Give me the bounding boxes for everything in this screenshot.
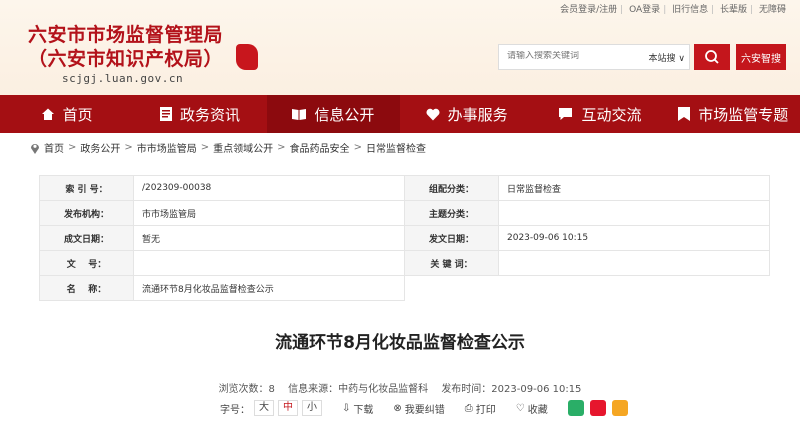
index-label: 索 引 号： — [39, 175, 134, 201]
pub-date-value: 2023-09-06 10:15 — [498, 225, 770, 251]
keywords-value — [498, 250, 770, 276]
nav-services[interactable]: 办事服务 — [400, 95, 533, 133]
favorite-label: 收藏 — [527, 404, 548, 416]
breadcrumb-home[interactable]: 首页 — [44, 140, 64, 155]
nav-label: 首页 — [62, 105, 93, 124]
topic-value — [498, 200, 770, 226]
nav-news[interactable]: 政务资讯 — [133, 95, 266, 133]
date-value: 暂无 — [133, 225, 405, 251]
breadcrumb-key-areas[interactable]: 重点领域公开 — [213, 140, 273, 155]
search-scope-select[interactable]: 本站搜 ∨ — [649, 51, 685, 64]
main-nav: 首页 政务资讯 信息公开 办事服务 互动交流 市场监管专题 — [0, 95, 800, 133]
download-label: 下载 — [353, 404, 374, 416]
wechat-share-icon[interactable] — [567, 400, 584, 416]
header: 会员登录/注册 | OA登录 | 旧行信息 | 长辈版 | 无障碍 六安市市场监督管理局… — [0, 0, 800, 95]
nav-label: 信息公开 — [314, 105, 375, 124]
topic-label: 主题分类： — [404, 200, 499, 226]
article-title: 流通环节8月化妆品监督检查公示 — [275, 333, 525, 353]
favorite-button[interactable]: ♡ 收藏 — [516, 401, 548, 416]
site-domain: scjgj.luan.gov.cn — [62, 72, 184, 85]
org-value: 市市场监管局 — [133, 200, 405, 226]
weibo-share-icon[interactable] — [589, 400, 606, 416]
document-icon — [159, 107, 172, 121]
book-icon — [292, 109, 307, 120]
bookmark-icon — [678, 107, 691, 121]
nav-label: 政务资讯 — [179, 105, 240, 124]
print-label: 打印 — [475, 404, 496, 416]
font-size-large[interactable]: 大 — [254, 400, 274, 416]
article-meta: 浏览次数：8 信息来源：中药与化妆品监督科 发布时间：2023-09-06 10… — [0, 380, 800, 395]
breadcrumb-gov-public[interactable]: 政务公开 — [80, 140, 120, 155]
smart-search-button[interactable]: 六安智搜 — [736, 44, 786, 70]
name-value: 流通环节8月化妆品监督检查公示 — [133, 275, 405, 301]
nav-interaction[interactable]: 互动交流 — [533, 95, 666, 133]
breadcrumb-bureau[interactable]: 市市场监管局 — [137, 140, 197, 155]
name-label: 名 称： — [39, 275, 134, 301]
date-label: 成文日期： — [39, 225, 134, 251]
breadcrumb-food-drug[interactable]: 食品药品安全 — [290, 140, 350, 155]
doc-number-label: 文 号： — [39, 250, 134, 276]
font-size-small[interactable]: 小 — [302, 400, 322, 416]
search-box: 本站搜 ∨ — [498, 44, 690, 70]
nav-info-public[interactable]: 信息公开 — [266, 95, 400, 133]
site-name[interactable]: 六安市市场监督管理局 — [28, 20, 223, 47]
elder-version-link[interactable]: 长辈版 — [720, 5, 747, 15]
view-count: 浏览次数：8 — [218, 384, 275, 395]
info-table: 索 引 号： /202309-00038 组配分类： 日常监督检查 发布机构： … — [39, 175, 772, 301]
report-error-label: 我要纠错 — [404, 404, 445, 416]
print-button[interactable]: ⎙ 打印 — [465, 401, 496, 416]
keywords-label: 关 键 词： — [404, 250, 499, 276]
info-source: 信息来源：中药与化妆品监督科 — [288, 384, 429, 395]
breadcrumb-current[interactable]: 日常监督检查 — [366, 140, 426, 155]
chat-icon — [559, 108, 573, 120]
search-icon — [705, 50, 719, 64]
search-input[interactable] — [507, 51, 637, 61]
oa-login-link[interactable]: OA登录 — [629, 5, 660, 15]
accessibility-link[interactable]: 无障碍 — [759, 5, 786, 15]
location-pin-icon — [31, 143, 39, 154]
nav-special-topics[interactable]: 市场监管专题 — [667, 95, 800, 133]
group-value: 日常监督检查 — [498, 175, 770, 201]
top-links: 会员登录/注册 | OA登录 | 旧行信息 | 长辈版 | 无障碍 — [560, 5, 786, 15]
search-button[interactable] — [694, 44, 730, 70]
error-icon: ⊗ — [393, 402, 402, 414]
print-icon: ⎙ — [464, 402, 473, 414]
seal-icon — [236, 44, 258, 70]
nav-label: 市场监管专题 — [698, 105, 789, 124]
old-info-link[interactable]: 旧行信息 — [672, 5, 708, 15]
report-error-button[interactable]: ⊗ 我要纠错 — [393, 401, 444, 416]
group-label: 组配分类： — [404, 175, 499, 201]
download-button[interactable]: ⇩ 下载 — [342, 401, 373, 416]
heart-outline-icon: ♡ — [515, 402, 525, 414]
home-icon — [41, 108, 54, 120]
page: 会员登录/注册 | OA登录 | 旧行信息 | 长辈版 | 无障碍 六安市市场监督管理局… — [0, 0, 800, 424]
nav-label: 互动交流 — [581, 105, 642, 124]
breadcrumb: 首页 > 政务公开 > 市市场监管局 > 重点领域公开 > 食品药品安全 > 日常监督检查 — [30, 140, 426, 155]
nav-home[interactable]: 首页 — [0, 95, 133, 133]
index-value: /202309-00038 — [133, 175, 405, 201]
login-link[interactable]: 会员登录/注册 — [560, 5, 617, 15]
qzone-share-icon[interactable] — [611, 400, 628, 416]
pub-date-label: 发文日期： — [404, 225, 499, 251]
article-tools: 字号： 大 中 小 ⇩ 下载 ⊗ 我要纠错 ⎙ 打印 ♡ 收藏 — [220, 398, 628, 418]
heart-icon — [426, 108, 440, 120]
site-name-sub[interactable]: （六安市知识产权局） — [28, 44, 223, 71]
publish-time: 发布时间：2023-09-06 10:15 — [441, 384, 582, 395]
org-label: 发布机构： — [39, 200, 134, 226]
font-size-label: 字号： — [220, 404, 250, 416]
font-size-medium[interactable]: 中 — [278, 400, 298, 416]
download-icon: ⇩ — [342, 402, 351, 414]
doc-number-value — [133, 250, 405, 276]
nav-label: 办事服务 — [447, 105, 508, 124]
